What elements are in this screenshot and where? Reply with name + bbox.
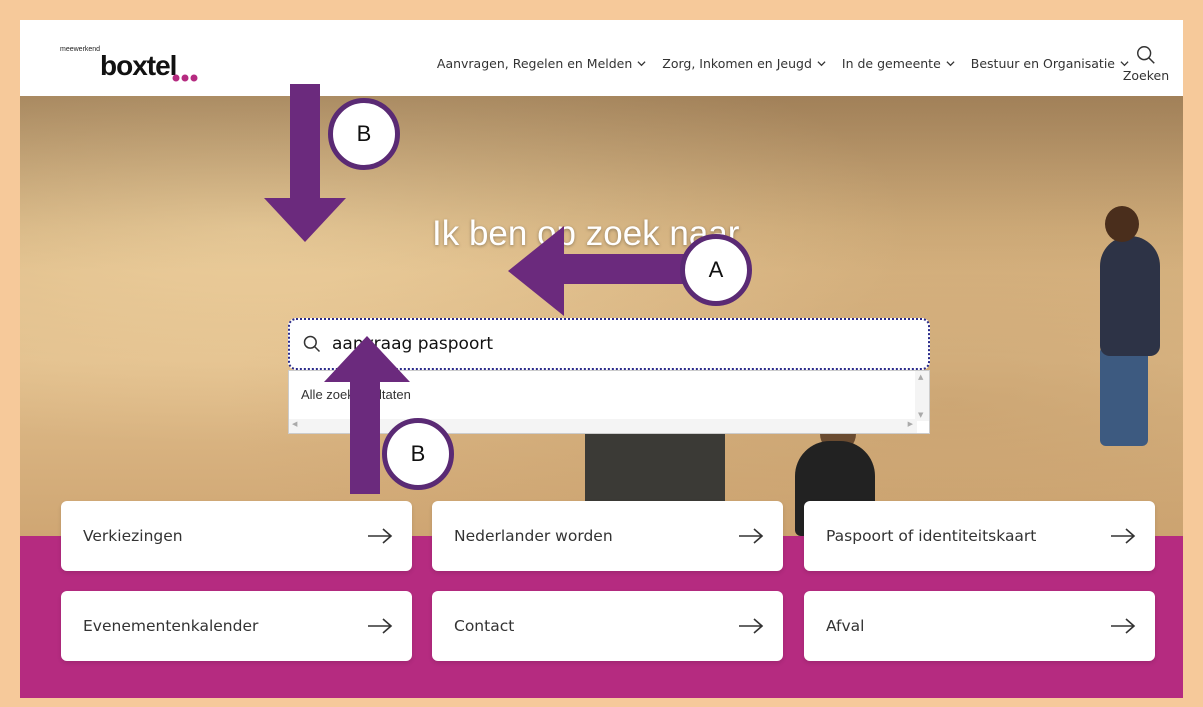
- hero-photo-boy-head: [1105, 206, 1139, 242]
- tile-nederlander-worden[interactable]: Nederlander worden: [432, 501, 783, 571]
- chevron-down-icon: [817, 61, 826, 67]
- arrow-right-icon: [368, 528, 393, 544]
- arrow-right-icon: [368, 618, 393, 634]
- tile-label: Nederlander worden: [454, 527, 613, 545]
- nav-aanvragen[interactable]: Aanvragen, Regelen en Melden: [437, 56, 646, 71]
- site-header: meewerkend boxtel Aanvragen, Regelen en …: [20, 20, 1183, 96]
- tile-label: Verkiezingen: [83, 527, 183, 545]
- logo-wordmark: boxtel: [100, 50, 177, 81]
- page-frame: meewerkend boxtel Aanvragen, Regelen en …: [20, 20, 1183, 698]
- arrow-right-icon: [1111, 618, 1136, 634]
- logo-dots-icon: [172, 74, 198, 82]
- tile-verkiezingen[interactable]: Verkiezingen: [61, 501, 412, 571]
- tile-label: Paspoort of identiteitskaart: [826, 527, 1037, 545]
- arrow-right-icon: [1111, 528, 1136, 544]
- tile-afval[interactable]: Afval: [804, 591, 1155, 661]
- tile-evenementenkalender[interactable]: Evenementenkalender: [61, 591, 412, 661]
- search-icon: [1137, 46, 1155, 64]
- nav-label: Aanvragen, Regelen en Melden: [436, 56, 633, 71]
- tile-label: Contact: [454, 617, 515, 635]
- hero-section: Ik ben op zoek naar Alle zoekresultaten …: [20, 96, 1183, 536]
- search-field[interactable]: [288, 318, 930, 370]
- marker-b-top: B: [328, 98, 400, 170]
- search-suggestions: Alle zoekresultaten ▲ ▼ ◀ ▶: [288, 370, 930, 434]
- search-label: Zoeken: [1122, 68, 1170, 83]
- main-nav: Aanvragen, Regelen en Melden Zorg, Inkom…: [437, 56, 1129, 71]
- chevron-down-icon: [637, 61, 646, 67]
- horizontal-scrollbar[interactable]: ◀ ▶: [289, 419, 917, 433]
- nav-label: Zorg, Inkomen en Jeugd: [662, 56, 812, 71]
- header-search-button[interactable]: Zoeken: [1121, 44, 1171, 83]
- marker-letter: B: [410, 441, 426, 466]
- tile-label: Afval: [826, 617, 865, 635]
- scroll-down-icon[interactable]: ▼: [918, 411, 923, 419]
- search-icon: [303, 335, 321, 353]
- scroll-left-icon[interactable]: ◀: [292, 420, 297, 428]
- tile-contact[interactable]: Contact: [432, 591, 783, 661]
- scroll-up-icon[interactable]: ▲: [918, 373, 923, 381]
- suggestion-all-results[interactable]: Alle zoekresultaten: [301, 387, 411, 402]
- nav-label: Bestuur en Organisatie: [970, 56, 1115, 71]
- hero-photo-boy-legs: [1100, 346, 1148, 446]
- marker-a: A: [680, 234, 752, 306]
- search-input[interactable]: [332, 334, 892, 354]
- tile-paspoort[interactable]: Paspoort of identiteitskaart: [804, 501, 1155, 571]
- nav-bestuur[interactable]: Bestuur en Organisatie: [971, 56, 1129, 71]
- nav-gemeente[interactable]: In de gemeente: [842, 56, 955, 71]
- scroll-right-icon[interactable]: ▶: [908, 420, 913, 428]
- nav-zorg[interactable]: Zorg, Inkomen en Jeugd: [662, 56, 826, 71]
- vertical-scrollbar[interactable]: ▲ ▼: [915, 371, 929, 421]
- arrow-right-icon: [739, 528, 764, 544]
- chevron-down-icon: [946, 61, 955, 67]
- marker-letter: A: [708, 257, 724, 282]
- nav-label: In de gemeente: [841, 56, 941, 71]
- marker-letter: B: [356, 121, 372, 146]
- logo-tagline: meewerkend: [60, 46, 101, 53]
- marker-b-bottom: B: [382, 418, 454, 490]
- tile-label: Evenementenkalender: [83, 617, 259, 635]
- arrow-right-icon: [739, 618, 764, 634]
- hero-photo-boy: [1100, 236, 1160, 356]
- boxtel-logo[interactable]: meewerkend boxtel: [60, 46, 200, 86]
